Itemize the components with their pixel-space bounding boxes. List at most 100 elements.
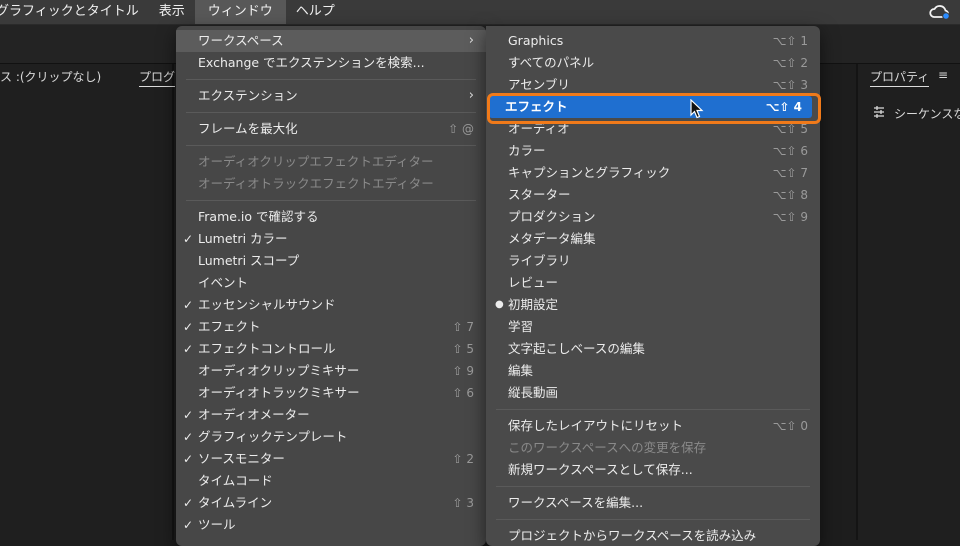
menu-item-label: レビュー — [508, 275, 559, 290]
menu-item-label: メタデータ編集 — [508, 231, 596, 246]
menu-separator — [186, 112, 476, 113]
shortcut-label: ⌥⇧ 1 — [772, 34, 808, 48]
workspace-menu-item[interactable]: 保存したレイアウトにリセット ⌥⇧ 0 — [486, 415, 820, 437]
menu-item-label: スターター — [508, 187, 571, 202]
sequence-settings-icon — [874, 106, 884, 118]
window-menu-item[interactable]: ワークスペース › — [176, 30, 486, 52]
menu-window[interactable]: ウィンドウ — [194, 0, 286, 24]
workspace-menu-item[interactable]: スターター ⌥⇧ 8 — [486, 184, 820, 206]
checkmark-icon: ✓ — [183, 518, 194, 532]
window-menu-item[interactable]: Lumetri スコープ — [176, 250, 486, 272]
workspace-submenu: Graphics ⌥⇧ 1 すべてのパネル ⌥⇧ 2 アセンブリ ⌥⇧ 3 エフェクト ⌥⇧ … — [486, 26, 820, 546]
workspace-menu-item[interactable]: キャプションとグラフィック ⌥⇧ 7 — [486, 162, 820, 184]
window-menu-item[interactable]: ✓ エフェクトコントロール ⇧ 5 — [176, 338, 486, 360]
shortcut-label: ⌥⇧ 2 — [772, 56, 808, 70]
checkmark-icon: ✓ — [183, 232, 194, 246]
window-menu-item[interactable]: ✓ グラフィックテンプレート — [176, 426, 486, 448]
menu-item-label: エフェクトコントロール — [198, 341, 336, 356]
window-menu-item[interactable]: Exchange でエクステンションを検索... — [176, 52, 486, 74]
menu-item-label: アセンブリ — [508, 77, 570, 92]
menu-item-label: このワークスペースへの変更を保存 — [508, 440, 707, 455]
window-menu-item: オーディオトラックエフェクトエディター — [176, 173, 486, 195]
shortcut-label: ⇧ 5 — [452, 342, 474, 356]
workspace-menu-item[interactable]: アセンブリ ⌥⇧ 3 — [486, 74, 820, 96]
checkmark-icon: ✓ — [183, 320, 194, 334]
menu-item-label: イベント — [198, 275, 249, 290]
menu-item-label: 編集 — [508, 363, 534, 378]
shortcut-label: ⇧ 3 — [452, 496, 474, 510]
window-menu-item[interactable]: ✓ ソースモニター ⇧ 2 — [176, 448, 486, 470]
menu-item-label: タイムコード — [198, 473, 273, 488]
window-menu-item[interactable]: フレームを最大化 ⇧ @ — [176, 118, 486, 140]
menu-item-label: 縦長動画 — [508, 385, 559, 400]
workspace-item-selected[interactable]: エフェクト ⌥⇧ 4 — [489, 96, 812, 118]
creative-cloud-icon[interactable] — [928, 3, 950, 21]
menu-item-label: ワークスペースを編集... — [508, 495, 644, 510]
properties-tab[interactable]: プロパティ — [870, 68, 930, 87]
workspace-menu-item[interactable]: プロダクション ⌥⇧ 9 — [486, 206, 820, 228]
menu-item-label: キャプションとグラフィック — [508, 165, 671, 180]
workspace-menu-item[interactable]: Graphics ⌥⇧ 1 — [486, 30, 820, 52]
workspace-menu-item[interactable]: すべてのパネル ⌥⇧ 2 — [486, 52, 820, 74]
menu-item-label: オーディオトラックエフェクトエディター — [198, 176, 434, 191]
menu-item-label: オーディオクリップミキサー — [198, 363, 360, 378]
menu-item-label: Lumetri スコープ — [198, 253, 300, 268]
window-menu-item[interactable]: ✓ エフェクト ⇧ 7 — [176, 316, 486, 338]
workspace-menu-item[interactable]: オーディオ ⌥⇧ 5 — [486, 118, 820, 140]
shortcut-label: ⌥⇧ 8 — [772, 188, 808, 202]
window-menu-item[interactable]: イベント — [176, 272, 486, 294]
window-menu-item[interactable]: Frame.io で確認する — [176, 206, 486, 228]
panel-menu-icon[interactable]: ≡ — [938, 68, 948, 82]
sequence-label: シーケンスな — [894, 107, 960, 121]
menu-item-label: カラー — [508, 143, 546, 158]
window-menu-item[interactable]: オーディオトラックミキサー ⇧ 6 — [176, 382, 486, 404]
source-panel: ス :(クリップなし) プログ — [0, 64, 176, 540]
workspace-menu-item[interactable]: ライブラリ — [486, 250, 820, 272]
checkmark-icon: ✓ — [183, 408, 194, 422]
shortcut-label: ⇧ 7 — [452, 320, 474, 334]
workspace-menu-item[interactable]: 編集 — [486, 360, 820, 382]
workspace-menu-item[interactable]: プロジェクトからワークスペースを読み込み — [486, 525, 820, 546]
workspace-menu-item[interactable]: 縦長動画 — [486, 382, 820, 404]
window-menu-item[interactable]: ✓ ツール — [176, 514, 486, 536]
program-tab[interactable]: プログ — [139, 68, 176, 87]
menu-separator — [186, 200, 476, 201]
window-menu-item[interactable]: ✓ Lumetri カラー — [176, 228, 486, 250]
checkmark-icon: ✓ — [183, 342, 194, 356]
menu-help[interactable]: ヘルプ — [286, 0, 345, 24]
shortcut-label: ⌥⇧ 3 — [772, 78, 808, 92]
workspace-menu-item[interactable]: 文字起こしベースの編集 — [486, 338, 820, 360]
menu-separator — [186, 79, 476, 80]
shortcut-label: ⌥⇧ 5 — [772, 122, 808, 136]
menu-item-label: エフェクト — [505, 99, 568, 114]
menu-graphics-titles[interactable]: グラフィックとタイトル — [0, 0, 149, 24]
menu-item-label: エクステンション — [198, 88, 298, 103]
menu-item-label: 保存したレイアウトにリセット — [508, 418, 684, 433]
window-menu-item[interactable]: オーディオクリップミキサー ⇧ 9 — [176, 360, 486, 382]
window-menu-item[interactable]: ✓ タイムライン ⇧ 3 — [176, 492, 486, 514]
window-menu-item[interactable]: ✓ エッセンシャルサウンド — [176, 294, 486, 316]
chevron-right-icon: › — [468, 88, 474, 103]
mouse-pointer-icon — [690, 99, 704, 119]
window-menu-item[interactable]: エクステンション › — [176, 85, 486, 107]
shortcut-label: ⇧ 6 — [452, 386, 474, 400]
menu-item-label: ツール — [198, 517, 236, 532]
menu-item-label: 文字起こしベースの編集 — [508, 341, 645, 356]
workspace-menu-item[interactable]: 学習 — [486, 316, 820, 338]
menu-separator — [496, 409, 810, 410]
workspace-menu-item[interactable]: ● 初期設定 — [486, 294, 820, 316]
workspace-menu-item[interactable]: 新規ワークスペースとして保存... — [486, 459, 820, 481]
window-menu-item: オーディオクリップエフェクトエディター — [176, 151, 486, 173]
workspace-menu-item[interactable]: レビュー — [486, 272, 820, 294]
menu-separator — [496, 486, 810, 487]
menu-item-label: 初期設定 — [508, 297, 559, 312]
window-menu-item[interactable]: タイムコード — [176, 470, 486, 492]
menu-item-label: エッセンシャルサウンド — [198, 297, 336, 312]
menu-view[interactable]: 表示 — [149, 0, 195, 24]
window-menu-item[interactable]: ✓ オーディオメーター — [176, 404, 486, 426]
shortcut-label: ⌥⇧ 9 — [772, 210, 808, 224]
shortcut-label: ⇧ 9 — [452, 364, 474, 378]
workspace-menu-item[interactable]: メタデータ編集 — [486, 228, 820, 250]
workspace-menu-item[interactable]: ワークスペースを編集... — [486, 492, 820, 514]
workspace-menu-item[interactable]: カラー ⌥⇧ 6 — [486, 140, 820, 162]
